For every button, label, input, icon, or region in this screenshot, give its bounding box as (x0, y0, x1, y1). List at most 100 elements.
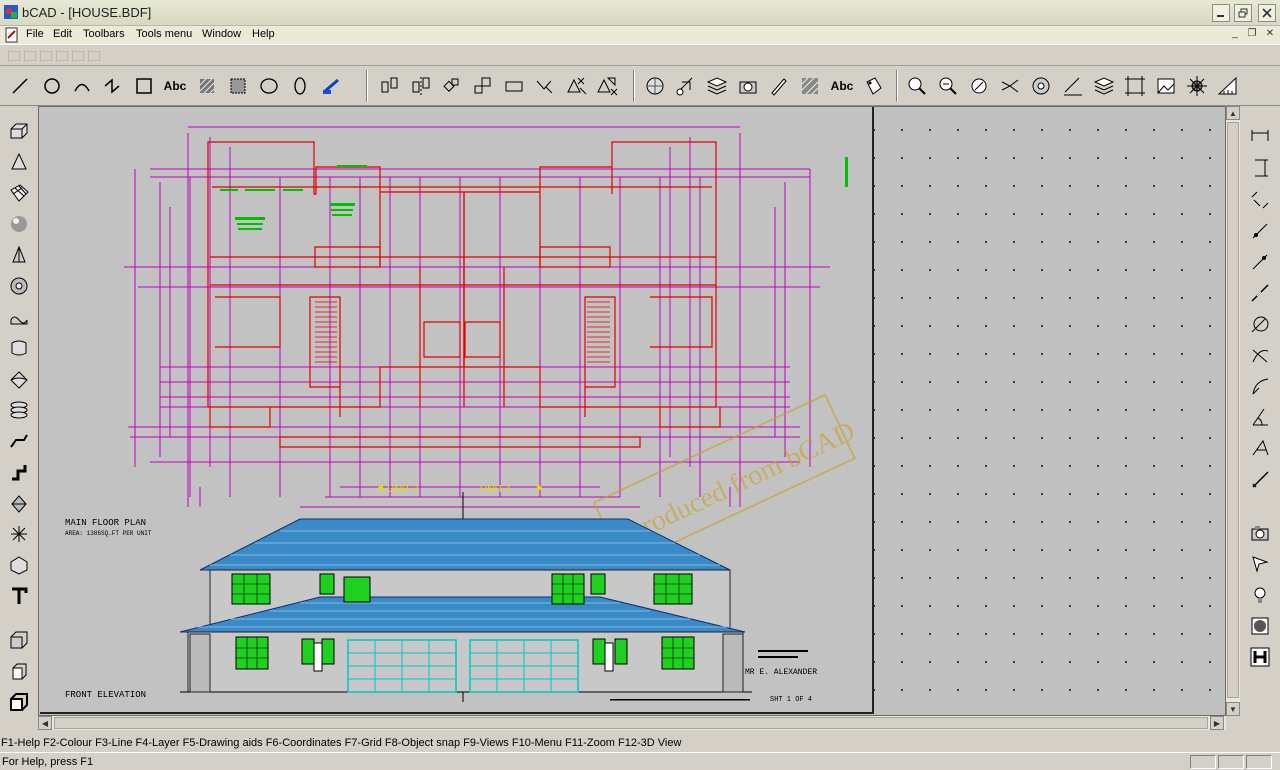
rotate-tool-icon[interactable] (438, 72, 466, 100)
polyhedron-icon[interactable] (5, 551, 33, 579)
light-bulb-icon[interactable] (1246, 581, 1274, 609)
drawing-sheet[interactable]: UNIT 2 UNIT 1 produced from bCAD MAIN FL… (40, 107, 874, 714)
layers-tool-icon[interactable] (641, 72, 669, 100)
bcad-app-icon[interactable] (3, 4, 19, 20)
dim-ordinate-icon[interactable] (1246, 465, 1274, 493)
attribute-tool-icon[interactable] (859, 72, 887, 100)
render-view-icon[interactable] (1246, 643, 1274, 671)
frame-icon[interactable] (1121, 72, 1149, 100)
menu-tools-menu[interactable]: Tools menu (136, 28, 192, 40)
ellipse-2-tool-icon[interactable] (286, 72, 314, 100)
snap-tool-icon[interactable] (672, 72, 700, 100)
document-icon[interactable] (4, 27, 20, 43)
region-tool-icon[interactable] (224, 72, 252, 100)
scroll-right-icon[interactable]: ▶ (1210, 716, 1224, 730)
zoom-previous-icon[interactable] (934, 72, 962, 100)
scroll-left-icon[interactable]: ◀ (38, 716, 52, 730)
pan-icon[interactable] (996, 72, 1024, 100)
layer-manager-icon[interactable] (1090, 72, 1118, 100)
arc-tool-icon[interactable] (68, 72, 96, 100)
sphere-icon[interactable] (5, 210, 33, 238)
objects-tool-icon[interactable] (703, 72, 731, 100)
horizontal-scroll-thumb[interactable] (54, 717, 1208, 729)
right-dimension-palette (1240, 106, 1280, 718)
vertical-scrollbar[interactable]: ▲ ▼ (1226, 106, 1240, 716)
line-tool-icon[interactable] (6, 72, 34, 100)
light-spot-icon[interactable] (1246, 550, 1274, 578)
torus-icon[interactable] (5, 272, 33, 300)
scroll-up-icon[interactable]: ▲ (1226, 106, 1240, 120)
scroll-down-icon[interactable]: ▼ (1226, 702, 1240, 716)
text-3d-icon[interactable] (5, 582, 33, 610)
dim-diameter-icon[interactable] (1246, 341, 1274, 369)
render-icon[interactable] (1027, 72, 1055, 100)
close-icon[interactable] (1258, 4, 1276, 22)
mdi-restore-icon[interactable]: ❐ (1245, 28, 1259, 41)
function-key-help[interactable]: F1-Help F2-Colour F3-Line F4-Layer F5-Dr… (1, 737, 681, 749)
box-icon[interactable] (5, 116, 33, 144)
dim-angle-2-icon[interactable] (1246, 248, 1274, 276)
settings-icon[interactable] (1183, 72, 1211, 100)
dim-angle-icon[interactable] (1246, 403, 1274, 431)
move-copy-tool-icon[interactable] (562, 72, 590, 100)
trim-tool-icon[interactable] (531, 72, 559, 100)
view-1-icon[interactable] (5, 626, 33, 654)
dim-linear-icon[interactable] (1246, 279, 1274, 307)
scale-tool-icon[interactable] (469, 72, 497, 100)
extrude-icon[interactable] (5, 303, 33, 331)
ruler-icon[interactable] (1214, 72, 1242, 100)
stretch-tool-icon[interactable] (500, 72, 528, 100)
zoom-all-icon[interactable] (965, 72, 993, 100)
paint-tool-icon[interactable] (318, 72, 346, 100)
camera-view-icon[interactable] (1246, 519, 1274, 547)
edit-tool-icon[interactable] (765, 72, 793, 100)
solid-line-icon[interactable] (5, 458, 33, 486)
array-tool-icon[interactable] (593, 72, 621, 100)
surface-mesh-icon[interactable] (5, 179, 33, 207)
cone-icon[interactable] (5, 148, 33, 176)
dim-radius-icon[interactable] (1246, 310, 1274, 338)
menu-window[interactable]: Window (202, 28, 241, 40)
vertical-scroll-thumb[interactable] (1227, 122, 1239, 698)
layers-3d-icon[interactable] (5, 396, 33, 424)
strip-slot (56, 51, 68, 61)
dim-aligned-icon[interactable] (1246, 186, 1274, 214)
dim-angle-1-icon[interactable] (1246, 217, 1274, 245)
loft-icon[interactable] (5, 365, 33, 393)
view-3-icon[interactable] (5, 688, 33, 716)
shade-icon[interactable] (1246, 612, 1274, 640)
text-tool-icon[interactable]: Abc (161, 72, 189, 100)
ellipse-tool-icon[interactable] (255, 72, 283, 100)
dim-vertical-icon[interactable] (1246, 154, 1274, 182)
menu-edit[interactable]: Edit (53, 28, 72, 40)
camera-tool-icon[interactable] (734, 72, 762, 100)
zoom-window-icon[interactable] (903, 72, 931, 100)
restore-icon[interactable] (1234, 4, 1252, 22)
image-icon[interactable] (1152, 72, 1180, 100)
rectangle-tool-icon[interactable] (130, 72, 158, 100)
copy-tool-icon[interactable] (376, 72, 404, 100)
view-2-icon[interactable] (5, 657, 33, 685)
mdi-minimize-icon[interactable]: _ (1228, 28, 1242, 41)
minimize-icon[interactable] (1212, 4, 1230, 22)
menu-toolbars[interactable]: Toolbars (83, 28, 125, 40)
revolve-icon[interactable] (5, 334, 33, 362)
horizontal-scrollbar[interactable]: ◀ ▶ (38, 716, 1226, 730)
circle-tool-icon[interactable] (38, 72, 66, 100)
dim-leader-icon[interactable] (1246, 434, 1274, 462)
mirror-tool-icon[interactable] (407, 72, 435, 100)
measure-icon[interactable] (1059, 72, 1087, 100)
hatch-tool-icon[interactable] (193, 72, 221, 100)
polyline-tool-icon[interactable] (98, 72, 126, 100)
cut-icon[interactable] (5, 489, 33, 517)
pattern-tool-icon[interactable] (796, 72, 824, 100)
mdi-close-icon[interactable]: ✕ (1263, 28, 1277, 41)
menu-file[interactable]: File (26, 28, 44, 40)
edit-text-tool-icon[interactable]: Abc (828, 72, 856, 100)
dim-horizontal-icon[interactable] (1246, 124, 1274, 152)
sweep-icon[interactable] (5, 427, 33, 455)
menu-help[interactable]: Help (252, 28, 275, 40)
array-3d-icon[interactable] (5, 520, 33, 548)
pyramid-icon[interactable] (5, 241, 33, 269)
dim-arc-icon[interactable] (1246, 372, 1274, 400)
